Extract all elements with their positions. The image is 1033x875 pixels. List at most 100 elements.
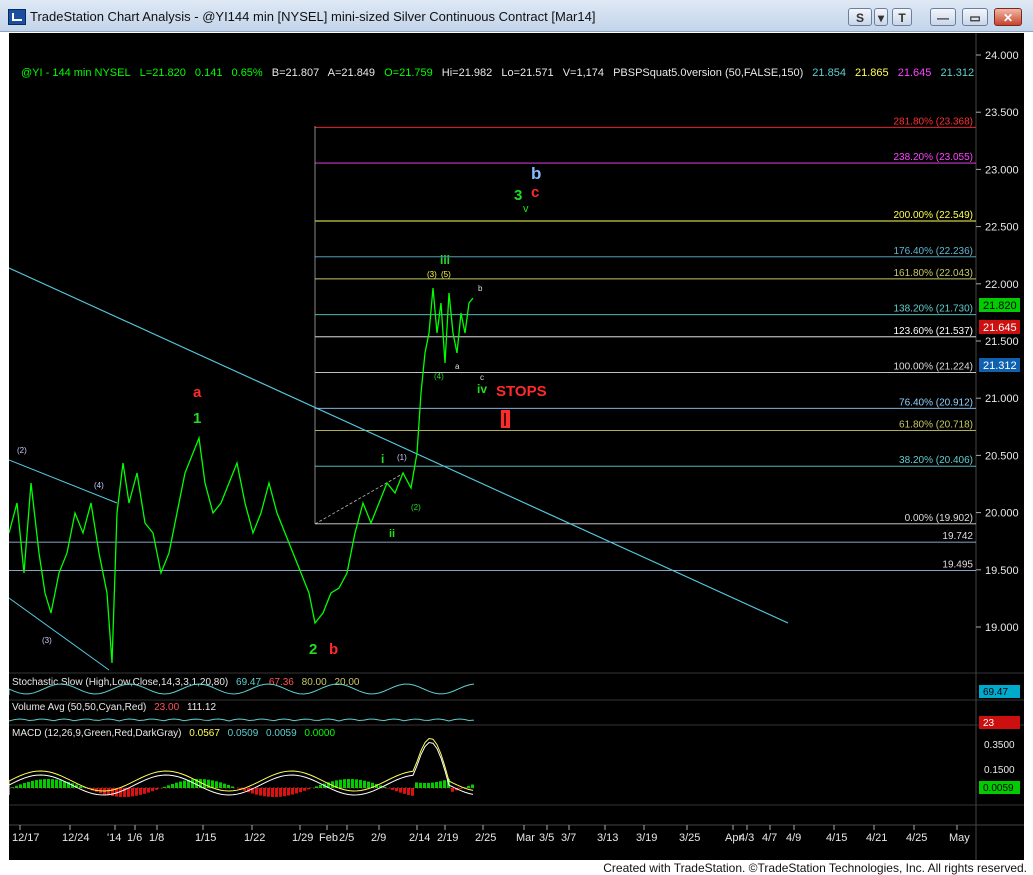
- macd-histogram-bar: [179, 782, 182, 788]
- macd-histogram-bar: [183, 781, 186, 788]
- macd-histogram-bar: [403, 788, 406, 794]
- indicator-red-marker-text: 21.645: [983, 322, 1017, 334]
- macd-histogram-bar: [27, 782, 30, 788]
- macd-histogram-bar: [255, 788, 258, 795]
- price-tick-label: 22.500: [985, 222, 1019, 234]
- status-volume: V=1,174: [563, 67, 604, 79]
- s-button[interactable]: S: [848, 8, 872, 26]
- price-tick-label: 19.500: [985, 565, 1019, 577]
- fib-level-label: 0.00% (19.902): [905, 513, 973, 524]
- fib-level-label: 76.40% (20.912): [899, 397, 973, 408]
- macd-histogram-bar: [343, 779, 346, 788]
- wave-p2-small-label: (2): [17, 446, 27, 455]
- wave-c-red-label: c: [531, 184, 539, 201]
- wave-iv-green-label: iv: [477, 382, 487, 396]
- wave-3-green-label: 3: [514, 187, 522, 204]
- macd-histogram-bar: [419, 783, 422, 788]
- date-tick-label: Feb: [319, 832, 338, 844]
- date-tick-label: 2/9: [371, 832, 386, 844]
- fib-level-label: 176.40% (22.236): [893, 246, 973, 257]
- macd-tick-0: 0.3500: [984, 740, 1015, 751]
- status-last: L=21.820: [140, 67, 186, 79]
- trendline-main: [9, 268, 788, 623]
- date-tick-label: 1/15: [195, 832, 216, 844]
- date-tick-label: 2/14: [409, 832, 430, 844]
- macd-line: [9, 739, 473, 793]
- status-ind-v3: 21.645: [898, 67, 932, 79]
- close-button[interactable]: ✕: [994, 8, 1022, 26]
- fibonacci-extension: 281.80% (23.368)238.20% (23.055)200.00% …: [9, 116, 976, 570]
- price-tick-label: 24.000: [985, 50, 1019, 62]
- wave-a-red-label: a: [193, 384, 202, 401]
- status-pct: 0.65%: [232, 67, 263, 79]
- fib-level-label: 281.80% (23.368): [893, 116, 973, 127]
- date-tick-label: 3/7: [561, 832, 576, 844]
- price-tick-label: 23.000: [985, 164, 1019, 176]
- status-ind-v4: 21.312: [940, 67, 974, 79]
- t-button[interactable]: T: [892, 8, 912, 26]
- macd-histogram-bar: [339, 780, 342, 788]
- status-symbol: @YI - 144 min NYSEL: [21, 67, 131, 79]
- price-series: [9, 288, 473, 663]
- wave-p5b-small-label: (5): [441, 270, 451, 279]
- s-dropdown-button[interactable]: ▾: [874, 8, 888, 26]
- macd-histogram-bar: [399, 788, 402, 793]
- date-tick-label: 3/13: [597, 832, 618, 844]
- price-chart-canvas[interactable]: 24.00023.50023.00022.50022.00021.50021.0…: [9, 33, 1024, 860]
- date-axis: 12/1712/24'141/61/81/151/221/29Feb2/52/9…: [12, 825, 970, 844]
- price-tick-label: 21.000: [985, 393, 1019, 405]
- maximize-button[interactable]: ▭: [962, 8, 988, 26]
- date-tick-label: 12/17: [12, 832, 40, 844]
- status-indicator: PBSPSquat5.0version (50,FALSE,150): [613, 67, 803, 79]
- macd-histogram-bar: [295, 788, 298, 793]
- wave-b-small-label: b: [478, 284, 483, 293]
- macd-histogram-bar: [219, 782, 222, 788]
- wave-p1b-small-label: (1): [397, 453, 407, 462]
- macd-histogram-bar: [119, 788, 122, 797]
- macd-axis-marker-text: 0.0059: [983, 783, 1014, 794]
- macd-histogram-bar: [355, 779, 358, 788]
- volume-v1: 23.00: [154, 702, 179, 713]
- macd-histogram-bar: [259, 788, 262, 796]
- wave-c-small-label: c: [480, 373, 484, 382]
- status-ind-v2: 21.865: [855, 67, 889, 79]
- horizontal-level-label: 19.495: [942, 559, 973, 570]
- macd-histogram-bar: [283, 788, 286, 796]
- date-tick-label: 3/25: [679, 832, 700, 844]
- macd-histogram-bar: [47, 779, 50, 788]
- macd-histogram-bar: [367, 782, 370, 788]
- status-low: Lo=21.571: [501, 67, 553, 79]
- wave-b-red-label: b: [329, 641, 338, 658]
- macd-histogram-bar: [135, 788, 138, 796]
- wave-p2b-small-label: (2): [411, 503, 421, 512]
- date-tick-label: 4/7: [762, 832, 777, 844]
- price-tick-label: 22.000: [985, 279, 1019, 291]
- macd-histogram-bar: [427, 783, 430, 788]
- minimize-button[interactable]: —: [930, 8, 956, 26]
- wave-b-blue-label: b: [531, 164, 541, 183]
- macd-histogram-bar: [191, 779, 194, 788]
- wave-iii-green-label: iii: [440, 253, 450, 267]
- macd-histogram-bar: [175, 783, 178, 788]
- fib-level-label: 138.20% (21.730): [893, 304, 973, 315]
- status-bid: B=21.807: [272, 67, 319, 79]
- macd-histogram-bar: [291, 788, 294, 795]
- tradestation-app-icon: [8, 9, 26, 25]
- macd-histogram-bar: [423, 783, 426, 788]
- date-tick-label: May: [949, 832, 970, 844]
- footer-copyright: Created with TradeStation. ©TradeStation…: [603, 861, 1027, 875]
- wave-v-green-label: v: [523, 203, 529, 215]
- stochastic-axis-marker-text: 69.47: [983, 687, 1008, 698]
- date-tick-label: 2/25: [475, 832, 496, 844]
- stochastic-d: 67.36: [269, 677, 294, 688]
- wave-1-green-label: 1: [193, 410, 201, 427]
- indicator-blue-marker-text: 21.312: [983, 360, 1017, 372]
- wave-i-green-label: i: [381, 452, 384, 466]
- chart-area[interactable]: 24.00023.50023.00022.50022.00021.50021.0…: [9, 33, 1024, 860]
- date-tick-label: 3/5: [539, 832, 554, 844]
- macd-histogram-bar: [43, 779, 46, 788]
- macd-histogram-bar: [171, 784, 174, 788]
- date-tick-label: 3/19: [636, 832, 657, 844]
- wave-2-green-label: 2: [309, 641, 317, 658]
- macd-histogram-bar: [431, 783, 434, 788]
